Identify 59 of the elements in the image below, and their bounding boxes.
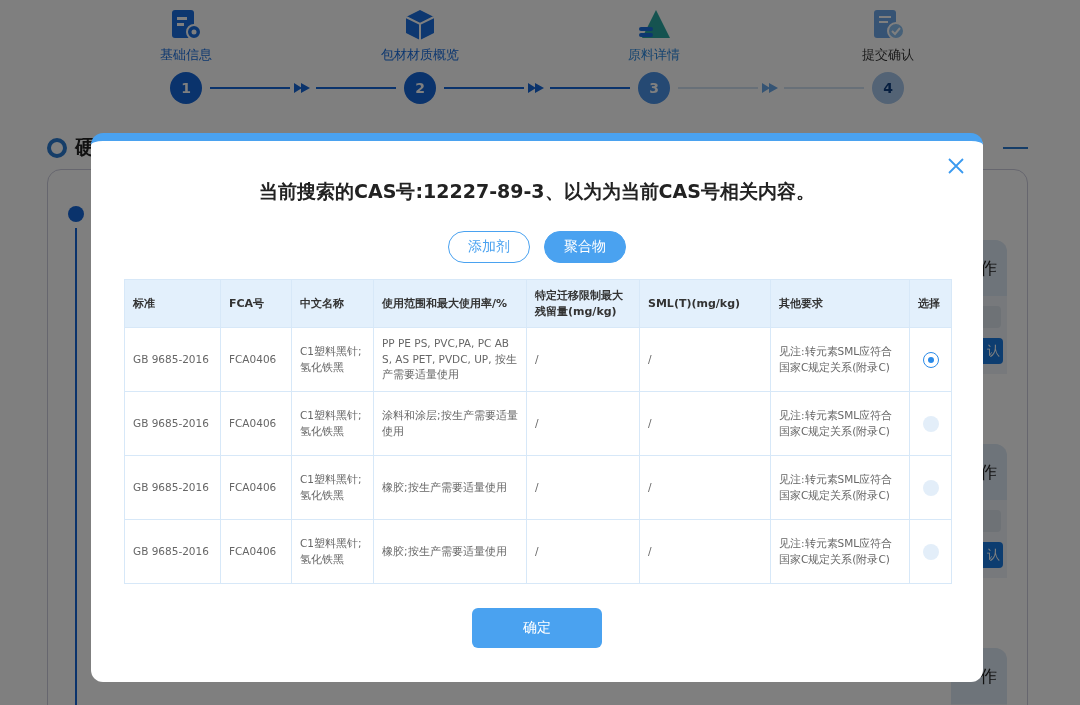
table-cell: / xyxy=(639,455,771,520)
ring-icon xyxy=(47,137,67,158)
radio-button[interactable] xyxy=(922,415,939,432)
step-label: 提交确认 xyxy=(862,46,914,64)
table-cell: / xyxy=(526,391,640,456)
close-icon[interactable] xyxy=(948,158,964,174)
table-cell: GB 9685-2016 xyxy=(124,391,221,456)
timeline-dot xyxy=(68,206,84,222)
table-cell: FCA0406 xyxy=(220,327,292,392)
column-header: SML(T)(mg/kg) xyxy=(639,279,771,328)
table-cell: / xyxy=(526,519,640,584)
column-header: 特定迁移限制最大残留量(mg/kg) xyxy=(526,279,640,328)
column-header: 使用范围和最大使用率/% xyxy=(373,279,527,328)
table-cell: 橡胶;按生产需要适量使用 xyxy=(373,455,527,520)
table-cell: C1塑料黑针;氢化铁黑 xyxy=(291,391,374,456)
table-cell: PP PE PS, PVC,PA, PC ABS, AS PET, PVDC, UP, 按生产需要适量使用 xyxy=(373,327,527,392)
step-number: 3 xyxy=(638,72,670,104)
table-cell: 见注:转元素SML应符合国家C规定关系(附录C) xyxy=(770,455,910,520)
table-cell: FCA0406 xyxy=(220,391,292,456)
table-cell: / xyxy=(526,455,640,520)
double-arrow-icon xyxy=(294,83,312,93)
table-cell: 涂料和涂层;按生产需要适量使用 xyxy=(373,391,527,456)
column-header: 标准 xyxy=(124,279,221,328)
table-cell: C1塑料黑针;氢化铁黑 xyxy=(291,327,374,392)
step-number: 4 xyxy=(872,72,904,104)
column-header: 中文名称 xyxy=(291,279,374,328)
table-cell: / xyxy=(639,519,771,584)
double-arrow-icon xyxy=(528,83,546,93)
table-cell: / xyxy=(639,327,771,392)
radio-button[interactable] xyxy=(922,479,939,496)
table-cell: C1塑料黑针;氢化铁黑 xyxy=(291,455,374,520)
step-number: 1 xyxy=(170,72,202,104)
filter-tab[interactable]: 添加剂 xyxy=(448,231,530,263)
column-header: 其他要求 xyxy=(770,279,910,328)
step-label: 基础信息 xyxy=(160,46,212,64)
table-cell: / xyxy=(639,391,771,456)
column-header: 选择 xyxy=(909,279,952,328)
step-label: 包材材质概览 xyxy=(381,46,459,64)
double-arrow-icon xyxy=(762,83,780,93)
table-cell: GB 9685-2016 xyxy=(124,455,221,520)
dialog-title: 当前搜索的CAS号:12227-89-3、以为为当前CAS号相关内容。 xyxy=(258,179,816,204)
table-cell: FCA0406 xyxy=(220,455,292,520)
radio-button[interactable] xyxy=(922,543,939,560)
cube-icon xyxy=(403,8,437,42)
step-number: 2 xyxy=(404,72,436,104)
filter-tab[interactable]: 聚合物 xyxy=(544,231,626,263)
table-cell: 橡胶;按生产需要适量使用 xyxy=(373,519,527,584)
confirm-button[interactable]: 确定 xyxy=(472,608,602,648)
column-header: FCA号 xyxy=(220,279,292,328)
step-label: 原料详情 xyxy=(628,46,680,64)
table-cell: 见注:转元素SML应符合国家C规定关系(附录C) xyxy=(770,519,910,584)
table-cell: FCA0406 xyxy=(220,519,292,584)
table-cell: 见注:转元素SML应符合国家C规定关系(附录C) xyxy=(770,391,910,456)
table-cell: GB 9685-2016 xyxy=(124,327,221,392)
table-cell: / xyxy=(526,327,640,392)
table-cell: C1塑料黑针;氢化铁黑 xyxy=(291,519,374,584)
table-cell: 见注:转元素SML应符合国家C规定关系(附录C) xyxy=(770,327,910,392)
table-cell: GB 9685-2016 xyxy=(124,519,221,584)
radio-button[interactable] xyxy=(922,351,939,368)
